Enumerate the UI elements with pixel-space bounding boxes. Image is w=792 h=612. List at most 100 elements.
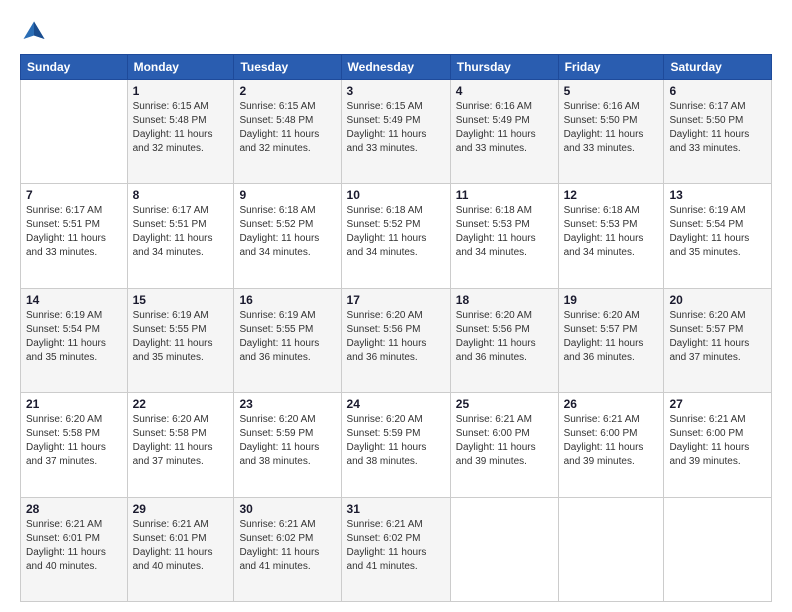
day-number: 18 bbox=[456, 293, 553, 307]
day-info: Sunrise: 6:17 AM Sunset: 5:51 PM Dayligh… bbox=[133, 204, 229, 260]
day-number: 29 bbox=[133, 502, 229, 516]
day-cell: 10 Sunrise: 6:18 AM Sunset: 5:52 PM Dayli… bbox=[341, 184, 450, 288]
header-row: SundayMondayTuesdayWednesdayThursdayFrid… bbox=[21, 55, 772, 80]
day-cell: 9 Sunrise: 6:18 AM Sunset: 5:52 PM Daylig… bbox=[234, 184, 341, 288]
day-number: 12 bbox=[564, 188, 659, 202]
day-number: 17 bbox=[347, 293, 445, 307]
column-header-monday: Monday bbox=[127, 55, 234, 80]
day-info: Sunrise: 6:20 AM Sunset: 5:59 PM Dayligh… bbox=[239, 413, 335, 469]
day-cell: 4 Sunrise: 6:16 AM Sunset: 5:49 PM Daylig… bbox=[450, 80, 558, 184]
day-info: Sunrise: 6:17 AM Sunset: 5:50 PM Dayligh… bbox=[669, 100, 766, 156]
day-cell: 26Sunrise: 6:21 AM Sunset: 6:00 PM Dayli… bbox=[558, 393, 664, 497]
day-info: Sunrise: 6:21 AM Sunset: 6:00 PM Dayligh… bbox=[669, 413, 766, 469]
day-info: Sunrise: 6:19 AM Sunset: 5:55 PM Dayligh… bbox=[239, 309, 335, 365]
day-info: Sunrise: 6:21 AM Sunset: 6:01 PM Dayligh… bbox=[26, 518, 122, 574]
column-header-sunday: Sunday bbox=[21, 55, 128, 80]
day-info: Sunrise: 6:21 AM Sunset: 6:00 PM Dayligh… bbox=[456, 413, 553, 469]
day-cell: 14 Sunrise: 6:19 AM Sunset: 5:54 PM Dayli… bbox=[21, 288, 128, 392]
page: SundayMondayTuesdayWednesdayThursdayFrid… bbox=[0, 0, 792, 612]
day-info: Sunrise: 6:21 AM Sunset: 6:01 PM Dayligh… bbox=[133, 518, 229, 574]
day-info: Sunrise: 6:18 AM Sunset: 5:53 PM Dayligh… bbox=[564, 204, 659, 260]
day-number: 16 bbox=[239, 293, 335, 307]
day-cell: 31Sunrise: 6:21 AM Sunset: 6:02 PM Dayli… bbox=[341, 497, 450, 601]
day-number: 14 bbox=[26, 293, 122, 307]
day-number: 25 bbox=[456, 397, 553, 411]
day-number: 13 bbox=[669, 188, 766, 202]
day-info: Sunrise: 6:20 AM Sunset: 5:58 PM Dayligh… bbox=[26, 413, 122, 469]
day-number: 22 bbox=[133, 397, 229, 411]
day-cell bbox=[558, 497, 664, 601]
day-cell: 24 Sunrise: 6:20 AM Sunset: 5:59 PM Dayli… bbox=[341, 393, 450, 497]
day-number: 9 bbox=[239, 188, 335, 202]
day-cell: 19 Sunrise: 6:20 AM Sunset: 5:57 PM Dayli… bbox=[558, 288, 664, 392]
week-row-1: 1 Sunrise: 6:15 AM Sunset: 5:48 PM Daylig… bbox=[21, 80, 772, 184]
day-number: 10 bbox=[347, 188, 445, 202]
day-number: 30 bbox=[239, 502, 335, 516]
day-cell: 25 Sunrise: 6:21 AM Sunset: 6:00 PM Dayli… bbox=[450, 393, 558, 497]
day-info: Sunrise: 6:20 AM Sunset: 5:57 PM Dayligh… bbox=[669, 309, 766, 365]
week-row-5: 28 Sunrise: 6:21 AM Sunset: 6:01 PM Dayli… bbox=[21, 497, 772, 601]
day-info: Sunrise: 6:19 AM Sunset: 5:54 PM Dayligh… bbox=[669, 204, 766, 260]
day-info: Sunrise: 6:15 AM Sunset: 5:49 PM Dayligh… bbox=[347, 100, 445, 156]
day-cell: 12 Sunrise: 6:18 AM Sunset: 5:53 PM Dayli… bbox=[558, 184, 664, 288]
day-cell: 6 Sunrise: 6:17 AM Sunset: 5:50 PM Daylig… bbox=[664, 80, 772, 184]
day-number: 27 bbox=[669, 397, 766, 411]
day-info: Sunrise: 6:17 AM Sunset: 5:51 PM Dayligh… bbox=[26, 204, 122, 260]
day-cell: 18 Sunrise: 6:20 AM Sunset: 5:56 PM Dayli… bbox=[450, 288, 558, 392]
day-info: Sunrise: 6:21 AM Sunset: 6:00 PM Dayligh… bbox=[564, 413, 659, 469]
day-info: Sunrise: 6:19 AM Sunset: 5:55 PM Dayligh… bbox=[133, 309, 229, 365]
day-cell: 16 Sunrise: 6:19 AM Sunset: 5:55 PM Dayli… bbox=[234, 288, 341, 392]
day-number: 4 bbox=[456, 84, 553, 98]
logo-icon bbox=[20, 18, 48, 46]
day-info: Sunrise: 6:20 AM Sunset: 5:58 PM Dayligh… bbox=[133, 413, 229, 469]
day-number: 24 bbox=[347, 397, 445, 411]
column-header-wednesday: Wednesday bbox=[341, 55, 450, 80]
day-info: Sunrise: 6:16 AM Sunset: 5:50 PM Dayligh… bbox=[564, 100, 659, 156]
day-cell: 13 Sunrise: 6:19 AM Sunset: 5:54 PM Dayli… bbox=[664, 184, 772, 288]
day-number: 20 bbox=[669, 293, 766, 307]
day-cell: 15Sunrise: 6:19 AM Sunset: 5:55 PM Dayli… bbox=[127, 288, 234, 392]
day-cell bbox=[450, 497, 558, 601]
day-cell: 5 Sunrise: 6:16 AM Sunset: 5:50 PM Daylig… bbox=[558, 80, 664, 184]
day-cell: 23 Sunrise: 6:20 AM Sunset: 5:59 PM Dayli… bbox=[234, 393, 341, 497]
day-cell: 30 Sunrise: 6:21 AM Sunset: 6:02 PM Dayli… bbox=[234, 497, 341, 601]
day-number: 5 bbox=[564, 84, 659, 98]
day-info: Sunrise: 6:20 AM Sunset: 5:57 PM Dayligh… bbox=[564, 309, 659, 365]
day-number: 21 bbox=[26, 397, 122, 411]
column-header-saturday: Saturday bbox=[664, 55, 772, 80]
calendar-body: 1 Sunrise: 6:15 AM Sunset: 5:48 PM Daylig… bbox=[21, 80, 772, 602]
day-cell: 27 Sunrise: 6:21 AM Sunset: 6:00 PM Dayli… bbox=[664, 393, 772, 497]
day-info: Sunrise: 6:18 AM Sunset: 5:52 PM Dayligh… bbox=[347, 204, 445, 260]
day-info: Sunrise: 6:21 AM Sunset: 6:02 PM Dayligh… bbox=[347, 518, 445, 574]
day-cell: 17 Sunrise: 6:20 AM Sunset: 5:56 PM Dayli… bbox=[341, 288, 450, 392]
column-header-tuesday: Tuesday bbox=[234, 55, 341, 80]
calendar-header: SundayMondayTuesdayWednesdayThursdayFrid… bbox=[21, 55, 772, 80]
header bbox=[20, 18, 772, 46]
week-row-4: 21 Sunrise: 6:20 AM Sunset: 5:58 PM Dayli… bbox=[21, 393, 772, 497]
day-info: Sunrise: 6:15 AM Sunset: 5:48 PM Dayligh… bbox=[133, 100, 229, 156]
day-info: Sunrise: 6:19 AM Sunset: 5:54 PM Dayligh… bbox=[26, 309, 122, 365]
day-cell: 2Sunrise: 6:15 AM Sunset: 5:48 PM Daylig… bbox=[234, 80, 341, 184]
day-number: 23 bbox=[239, 397, 335, 411]
day-info: Sunrise: 6:18 AM Sunset: 5:52 PM Dayligh… bbox=[239, 204, 335, 260]
column-header-thursday: Thursday bbox=[450, 55, 558, 80]
day-info: Sunrise: 6:20 AM Sunset: 5:56 PM Dayligh… bbox=[456, 309, 553, 365]
calendar-table: SundayMondayTuesdayWednesdayThursdayFrid… bbox=[20, 54, 772, 602]
day-cell: 8Sunrise: 6:17 AM Sunset: 5:51 PM Daylig… bbox=[127, 184, 234, 288]
day-info: Sunrise: 6:21 AM Sunset: 6:02 PM Dayligh… bbox=[239, 518, 335, 574]
day-cell: 29 Sunrise: 6:21 AM Sunset: 6:01 PM Dayli… bbox=[127, 497, 234, 601]
day-info: Sunrise: 6:16 AM Sunset: 5:49 PM Dayligh… bbox=[456, 100, 553, 156]
logo bbox=[20, 18, 52, 46]
day-cell: 1 Sunrise: 6:15 AM Sunset: 5:48 PM Daylig… bbox=[127, 80, 234, 184]
day-info: Sunrise: 6:18 AM Sunset: 5:53 PM Dayligh… bbox=[456, 204, 553, 260]
week-row-3: 14 Sunrise: 6:19 AM Sunset: 5:54 PM Dayli… bbox=[21, 288, 772, 392]
day-number: 6 bbox=[669, 84, 766, 98]
day-number: 19 bbox=[564, 293, 659, 307]
day-number: 28 bbox=[26, 502, 122, 516]
day-cell: 20 Sunrise: 6:20 AM Sunset: 5:57 PM Dayli… bbox=[664, 288, 772, 392]
day-number: 7 bbox=[26, 188, 122, 202]
day-cell bbox=[21, 80, 128, 184]
day-info: Sunrise: 6:20 AM Sunset: 5:56 PM Dayligh… bbox=[347, 309, 445, 365]
day-info: Sunrise: 6:20 AM Sunset: 5:59 PM Dayligh… bbox=[347, 413, 445, 469]
day-number: 1 bbox=[133, 84, 229, 98]
